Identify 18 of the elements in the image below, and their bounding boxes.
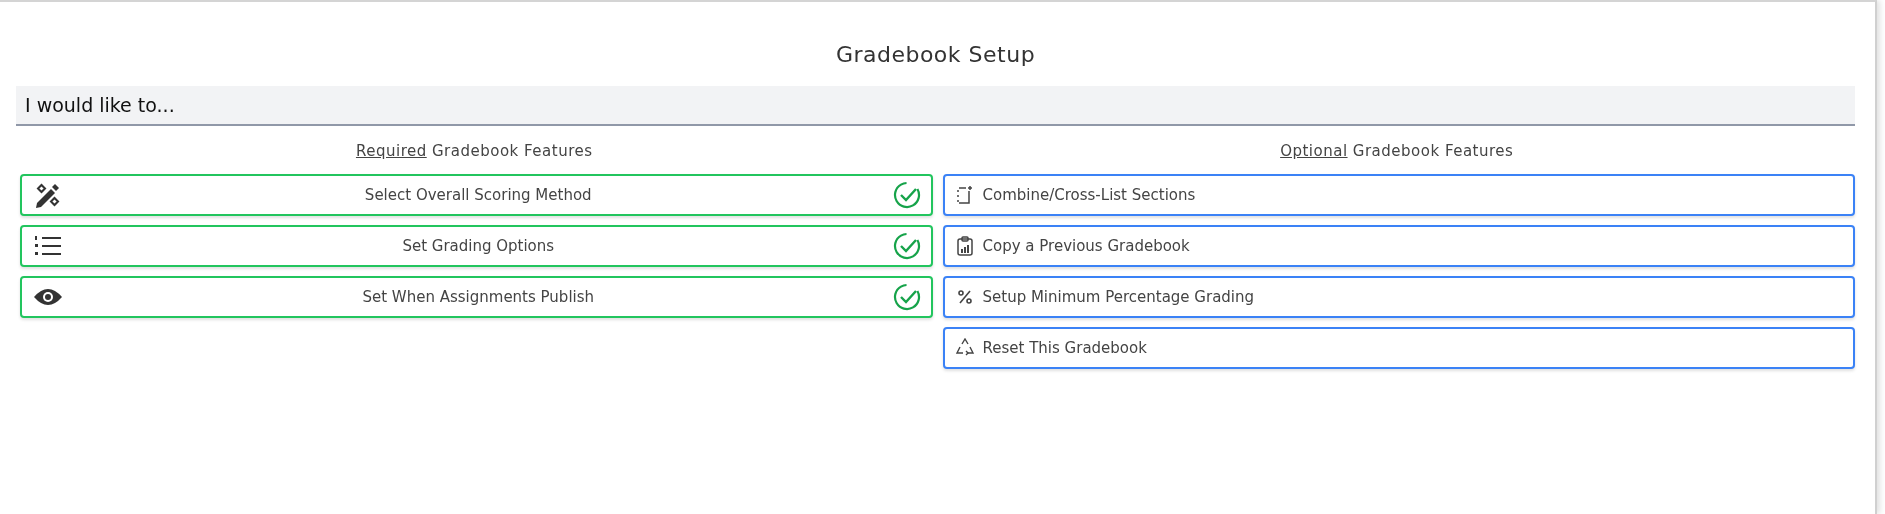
numbered-list-icon <box>34 234 62 258</box>
feature-button[interactable]: Set Grading Options <box>20 225 933 267</box>
section-heading: Optional Gradebook Features <box>1279 141 1515 162</box>
feature-button[interactable]: Copy a Previous Gradebook <box>942 225 1855 267</box>
percent-icon <box>956 289 973 305</box>
prompt-bar: I would like to... <box>16 86 1855 126</box>
section-heading: Required Gradebook Features <box>354 141 594 162</box>
feature-button[interactable]: Set When Assignments Publish <box>20 276 933 318</box>
feature-button[interactable]: Combine/Cross-List Sections <box>942 174 1855 216</box>
sections-icon <box>955 185 974 205</box>
ruler-pencil-icon <box>34 181 62 209</box>
feature-button[interactable]: Setup Minimum Percentage Grading <box>942 276 1855 318</box>
eye-icon <box>33 287 63 307</box>
clipboard-chart-icon <box>955 236 974 256</box>
recycle-icon <box>954 338 975 358</box>
feature-button[interactable]: Reset This Gradebook <box>942 327 1855 369</box>
feature-button[interactable]: Select Overall Scoring Method <box>20 174 933 216</box>
page-title: Gradebook Setup <box>834 41 1037 69</box>
